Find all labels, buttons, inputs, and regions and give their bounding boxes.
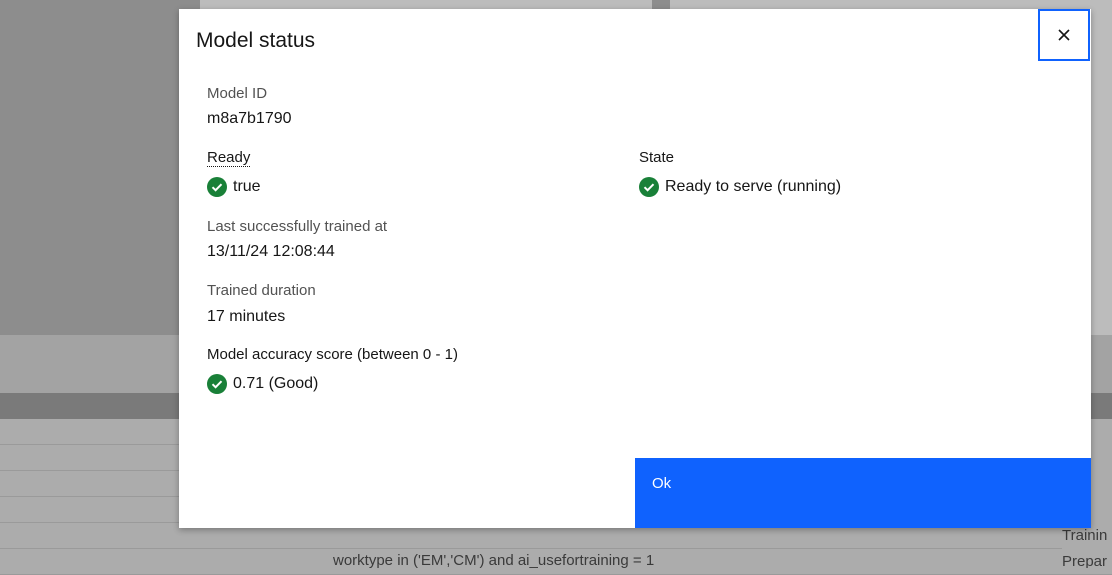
close-icon bbox=[1058, 29, 1070, 41]
query-text: worktype in ('EM','CM') and ai_usefortra… bbox=[333, 552, 655, 569]
ready-value: true bbox=[207, 177, 261, 197]
state-value-text: Ready to serve (running) bbox=[665, 178, 842, 195]
checkmark-filled-icon bbox=[639, 177, 659, 197]
state-label: State bbox=[639, 149, 675, 166]
accuracy-value-text: 0.71 (Good) bbox=[233, 375, 319, 392]
table-cell: Prepar bbox=[1062, 553, 1108, 568]
modal-title: Model status bbox=[196, 29, 316, 52]
trained-duration-label: Trained duration bbox=[207, 282, 316, 299]
model-id-label: Model ID bbox=[207, 85, 268, 102]
accuracy-label: Model accuracy score (between 0 - 1) bbox=[207, 346, 458, 363]
checkmark-filled-icon bbox=[207, 374, 227, 394]
model-id-value: m8a7b1790 bbox=[207, 110, 292, 127]
ok-button[interactable]: Ok bbox=[635, 458, 1091, 528]
ready-value-text: true bbox=[233, 178, 261, 195]
state-value: Ready to serve (running) bbox=[639, 177, 841, 197]
checkmark-filled-icon bbox=[207, 177, 227, 197]
model-status-modal: Model status Model ID m8a7b1790 Ready tr… bbox=[179, 9, 1091, 528]
accuracy-value: 0.71 (Good) bbox=[207, 374, 318, 394]
close-button[interactable] bbox=[1038, 9, 1090, 61]
last-trained-label: Last successfully trained at bbox=[207, 218, 388, 235]
ready-label: Ready bbox=[207, 149, 251, 167]
trained-duration-value: 17 minutes bbox=[207, 308, 286, 325]
last-trained-value: 13/11/24 12:08:44 bbox=[207, 243, 335, 260]
ready-label-text: Ready bbox=[207, 149, 251, 167]
